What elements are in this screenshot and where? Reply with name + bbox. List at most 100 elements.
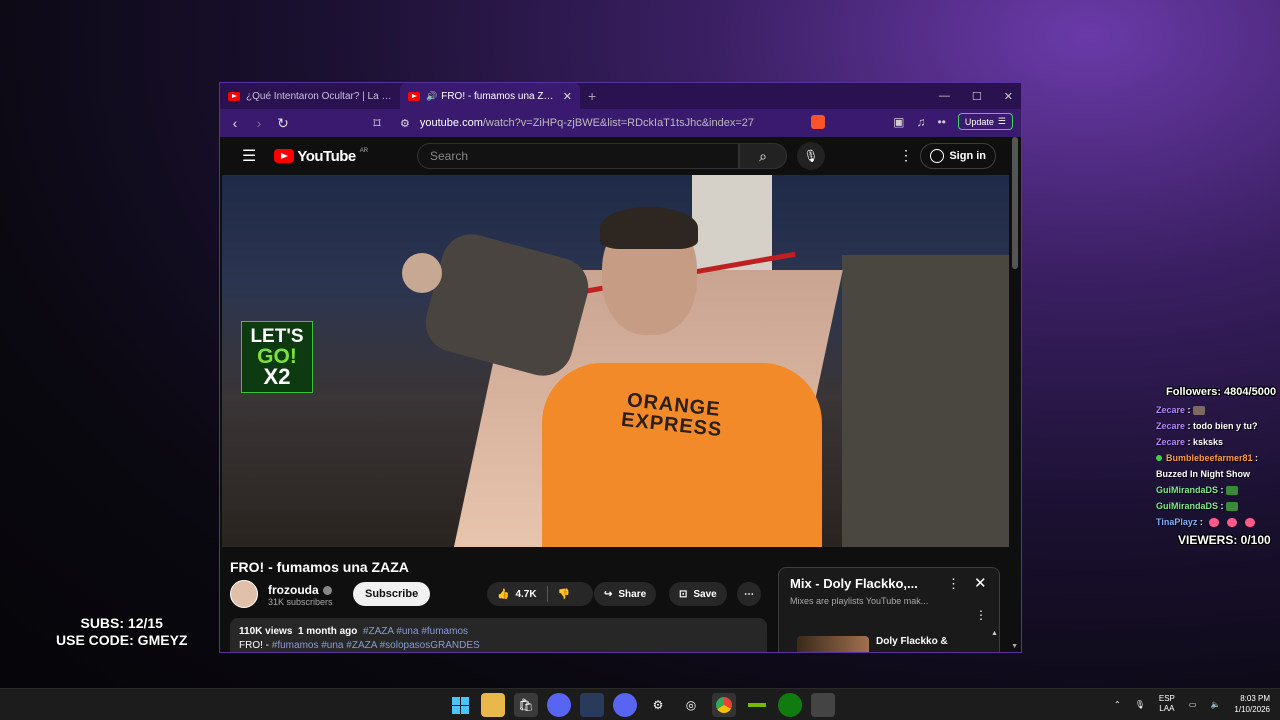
hamburger-menu-icon[interactable]: ☰ bbox=[242, 146, 256, 166]
microphone-icon[interactable]: 🎙 bbox=[797, 142, 825, 170]
playlist-item-thumbnail[interactable] bbox=[797, 636, 869, 652]
search-icon[interactable]: ⌕ bbox=[739, 143, 787, 169]
share-button[interactable]: ↪ Share bbox=[594, 582, 657, 606]
extension-icon[interactable]: •• bbox=[937, 115, 945, 129]
minimize-icon[interactable]: — bbox=[939, 90, 950, 102]
mix-title[interactable]: Mix - Doly Flackko,... bbox=[790, 576, 918, 591]
address-bar: ‹ › ↻ ⌑ ⚙ youtube.com/watch?v=ZiHPq-zjBW… bbox=[220, 109, 1021, 137]
chat-text: ksksks bbox=[1193, 437, 1224, 447]
channel-avatar[interactable] bbox=[230, 580, 258, 608]
microphone-tray-icon[interactable]: 🎙 bbox=[1135, 700, 1145, 709]
maximize-icon[interactable]: ☐ bbox=[972, 90, 982, 103]
tab-inactive[interactable]: ¿Qué Intentaron Ocultar? | La Verdad bbox=[220, 83, 400, 109]
nvidia-icon[interactable] bbox=[745, 693, 769, 717]
chat-message: GuiMirandaDS : bbox=[1156, 498, 1280, 514]
url-path: /watch?v=ZiHPq-zjBWE&list=RDckIaT1tsJhc&… bbox=[482, 117, 754, 129]
close-window-icon[interactable]: ✕ bbox=[1004, 90, 1013, 103]
file-explorer-icon[interactable] bbox=[481, 693, 505, 717]
video-frame-singer-shirt bbox=[542, 363, 822, 547]
playlist-item-title[interactable]: Doly Flackko & bbox=[876, 636, 948, 647]
language-indicator[interactable]: ESP LAA bbox=[1159, 694, 1175, 714]
chat-username: GuiMirandaDS bbox=[1156, 485, 1219, 495]
share-icon: ↪ bbox=[604, 588, 613, 600]
save-button[interactable]: ⊡ Save bbox=[669, 582, 727, 606]
chat-message: Zecare : bbox=[1156, 402, 1280, 418]
description-box[interactable]: 110K views 1 month ago #ZAZA #una #fumam… bbox=[230, 618, 767, 652]
mix-playlist-panel: Mix - Doly Flackko,... Mixes are playlis… bbox=[778, 567, 1000, 652]
divider bbox=[546, 586, 548, 602]
settings-kebab-icon[interactable]: ⋮ bbox=[899, 147, 913, 164]
tab-title: FRO! - fumamos una ZAZA - bbox=[441, 90, 557, 102]
scroll-down-icon[interactable]: ▼ bbox=[1011, 643, 1018, 650]
more-actions-icon[interactable]: ⋯ bbox=[737, 582, 761, 606]
volume-icon[interactable]: 🔈 bbox=[1210, 700, 1220, 709]
clock[interactable]: 8:03 PM 1/10/2026 bbox=[1234, 693, 1270, 715]
chat-message-cont: Buzzed In Night Show bbox=[1156, 469, 1250, 479]
chat-message: TinaPlayz : bbox=[1156, 514, 1280, 530]
windows-start-icon[interactable] bbox=[448, 693, 472, 717]
tab-bar: ¿Qué Intentaron Ocultar? | La Verdad 🔊 F… bbox=[220, 83, 1021, 109]
youtube-favicon-icon bbox=[408, 91, 420, 101]
like-count[interactable]: 4.7K bbox=[515, 589, 536, 600]
subscribe-button[interactable]: Subscribe bbox=[353, 582, 431, 606]
chrome-icon[interactable] bbox=[712, 693, 736, 717]
like-icon[interactable]: 👍 bbox=[497, 589, 509, 600]
discord-ptb-icon[interactable] bbox=[613, 693, 637, 717]
chat-message: GuiMirandaDS : bbox=[1156, 482, 1280, 498]
site-info-icon[interactable]: ⚙ bbox=[400, 117, 410, 130]
new-tab-icon[interactable]: + bbox=[588, 88, 596, 104]
forward-icon[interactable]: › bbox=[252, 115, 266, 131]
dislike-icon[interactable]: 👎 bbox=[558, 589, 570, 600]
chat-username: Zecare bbox=[1156, 421, 1186, 431]
page-scrollbar[interactable] bbox=[1012, 137, 1018, 269]
update-button[interactable]: Update ☰ bbox=[957, 113, 1013, 130]
verified-icon bbox=[322, 585, 332, 595]
brave-shields-icon[interactable] bbox=[811, 114, 826, 129]
reload-icon[interactable]: ↻ bbox=[276, 115, 290, 132]
taskbar-apps: 🛍 ⚙ ◎ bbox=[448, 693, 835, 717]
emote-icon bbox=[1226, 502, 1239, 512]
heart-emote-icon bbox=[1227, 518, 1238, 528]
emote-icon bbox=[1193, 406, 1206, 416]
video-frame-skater-head bbox=[402, 253, 442, 293]
channel-name[interactable]: frozouda bbox=[268, 583, 332, 597]
viewers-goal: VIEWERS: 0/100 bbox=[1178, 533, 1271, 547]
subs-count-text: SUBS: 12/15 bbox=[80, 615, 163, 631]
sign-in-button[interactable]: Sign in bbox=[920, 143, 996, 169]
scroll-up-icon[interactable]: ▲ bbox=[991, 630, 998, 637]
search-input[interactable]: Search bbox=[417, 143, 739, 169]
back-icon[interactable]: ‹ bbox=[228, 115, 242, 131]
audio-playing-icon[interactable]: 🔊 bbox=[426, 91, 437, 102]
close-tab-icon[interactable]: ✕ bbox=[563, 90, 572, 103]
chat-message: Zecare : todo bien y tu? bbox=[1156, 421, 1258, 431]
app2-icon[interactable]: ◎ bbox=[679, 693, 703, 717]
mix-subtitle: Mixes are playlists YouTube mak... bbox=[790, 596, 929, 606]
epic-games-icon[interactable] bbox=[811, 693, 835, 717]
url-domain: youtube.com bbox=[419, 117, 483, 129]
screenshot-icon[interactable]: ▣ bbox=[893, 115, 904, 129]
discord-icon[interactable] bbox=[547, 693, 571, 717]
heart-emote-icon bbox=[1245, 518, 1256, 528]
playlist-options-icon[interactable]: ⋮ bbox=[975, 608, 987, 622]
video-frame-singer-hair bbox=[600, 207, 698, 249]
close-icon[interactable]: ✕ bbox=[974, 574, 987, 592]
app-icon[interactable] bbox=[580, 693, 604, 717]
youtube-logo[interactable]: YouTube AR bbox=[274, 148, 368, 165]
online-dot-icon bbox=[1156, 455, 1162, 461]
mix-menu-icon[interactable]: ⋮ bbox=[947, 576, 960, 592]
store-icon[interactable]: 🛍 bbox=[514, 693, 538, 717]
xbox-icon[interactable] bbox=[778, 693, 802, 717]
emote-icon bbox=[1226, 486, 1239, 496]
taskbar: 🛍 ⚙ ◎ ⌃ 🎙 ESP LAA ▭ 🔈 8:03 PM 1/10/2026 bbox=[0, 688, 1280, 720]
url-field[interactable]: ⚙ youtube.com/watch?v=ZiHPq-zjBWE&list=R… bbox=[400, 117, 754, 130]
steam-icon[interactable]: ⚙ bbox=[646, 693, 670, 717]
media-icon[interactable]: ♫ bbox=[916, 115, 925, 129]
window-controls: — ☐ ✕ bbox=[939, 83, 1013, 109]
toolbar-right: ▣ ♫ •• Update ☰ bbox=[811, 113, 1013, 130]
tray-overflow-icon[interactable]: ⌃ bbox=[1114, 700, 1121, 709]
chat-username: Bumblebeefarmer81 bbox=[1166, 453, 1253, 463]
video-player[interactable]: ORANGE EXPRESS LET'S GO! X2 bbox=[222, 175, 1009, 547]
tab-active[interactable]: 🔊 FRO! - fumamos una ZAZA - ✕ bbox=[400, 83, 580, 109]
bookmark-icon[interactable]: ⌑ bbox=[370, 115, 384, 132]
network-icon[interactable]: ▭ bbox=[1189, 700, 1197, 709]
